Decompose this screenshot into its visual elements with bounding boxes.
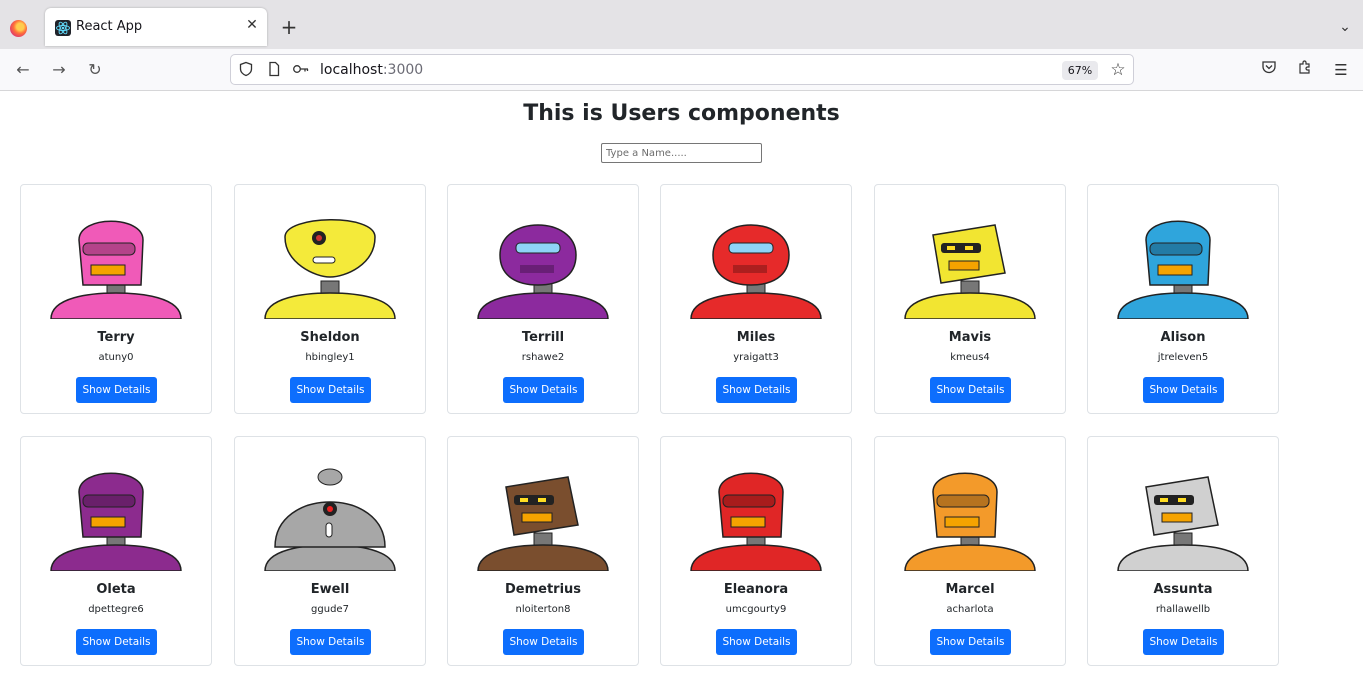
show-details-button[interactable]: Show Details (1143, 629, 1224, 655)
robot-avatar (875, 437, 1065, 571)
user-username: rhallawellb (1155, 604, 1211, 615)
user-username: yraigatt3 (733, 352, 779, 363)
page-icon[interactable] (265, 61, 283, 79)
forward-icon[interactable]: → (48, 59, 70, 81)
show-details-button[interactable]: Show Details (503, 629, 584, 655)
robot-avatar (21, 437, 211, 571)
user-username: jtreleven5 (1157, 352, 1209, 363)
show-details-button[interactable]: Show Details (930, 629, 1011, 655)
user-card: Eleanora umcgourty9 Show Details (660, 436, 852, 666)
robot-avatar (448, 437, 638, 571)
react-icon (55, 20, 71, 36)
user-name: Terrill (521, 330, 565, 345)
page-content: This is Users components Terry atuny0 Show… (0, 92, 1363, 684)
show-details-button[interactable]: Show Details (290, 629, 371, 655)
browser-tab[interactable]: React App ✕ (45, 8, 267, 46)
close-tab-icon[interactable]: ✕ (244, 17, 260, 33)
user-username: dpettegre6 (88, 604, 144, 615)
search-input[interactable] (601, 143, 762, 163)
robot-avatar (661, 185, 851, 319)
extensions-icon[interactable] (1294, 59, 1316, 81)
show-details-button[interactable]: Show Details (716, 377, 797, 403)
user-name: Mavis (948, 330, 992, 345)
user-username: hbingley1 (305, 352, 355, 363)
tab-bar: React App ✕ + ⌄ (0, 0, 1363, 49)
user-card: Assunta rhallawellb Show Details (1087, 436, 1279, 666)
show-details-button[interactable]: Show Details (716, 629, 797, 655)
show-details-button[interactable]: Show Details (76, 377, 157, 403)
url-port: :3000 (382, 62, 424, 78)
url-host: localhost (320, 62, 383, 78)
user-name: Demetrius (504, 582, 582, 597)
user-name: Miles (736, 330, 776, 345)
robot-avatar (235, 185, 425, 319)
url-text[interactable]: localhost:3000 (320, 62, 423, 78)
show-details-button[interactable]: Show Details (76, 629, 157, 655)
user-card: Alison jtreleven5 Show Details (1087, 184, 1279, 414)
user-card: Mavis kmeus4 Show Details (874, 184, 1066, 414)
user-card: Oleta dpettegre6 Show Details (20, 436, 212, 666)
tab-title: React App (76, 19, 143, 34)
user-name: Sheldon (300, 330, 360, 345)
user-card: Terrill rshawe2 Show Details (447, 184, 639, 414)
user-name: Alison (1160, 330, 1206, 345)
user-card: Demetrius nloiterton8 Show Details (447, 436, 639, 666)
show-details-button[interactable]: Show Details (290, 377, 371, 403)
chevron-down-icon[interactable]: ⌄ (1334, 16, 1356, 38)
navigation-bar: ← → ↻ localhost:3000 67% ☆ ☰ (0, 49, 1363, 91)
user-username: ggude7 (311, 604, 349, 615)
new-tab-icon[interactable]: + (278, 16, 300, 38)
robot-avatar (661, 437, 851, 571)
bookmark-star-icon[interactable]: ☆ (1108, 60, 1128, 80)
robot-avatar (235, 437, 425, 571)
user-card: Miles yraigatt3 Show Details (660, 184, 852, 414)
user-name: Eleanora (723, 582, 789, 597)
back-icon[interactable]: ← (12, 59, 34, 81)
robot-avatar (21, 185, 211, 319)
page-title: This is Users components (523, 101, 840, 126)
robot-avatar (448, 185, 638, 319)
robot-avatar (1088, 185, 1278, 319)
robot-avatar (1088, 437, 1278, 571)
user-card: Ewell ggude7 Show Details (234, 436, 426, 666)
user-username: nloiterton8 (515, 604, 571, 615)
user-username: umcgourty9 (725, 604, 787, 615)
user-name: Oleta (96, 582, 136, 597)
key-icon[interactable] (292, 61, 310, 79)
menu-icon[interactable]: ☰ (1330, 59, 1352, 81)
user-name: Marcel (945, 582, 995, 597)
user-username: atuny0 (98, 352, 134, 363)
user-username: rshawe2 (521, 352, 565, 363)
user-name: Ewell (310, 582, 350, 597)
show-details-button[interactable]: Show Details (930, 377, 1011, 403)
zoom-level[interactable]: 67% (1062, 61, 1098, 80)
url-bar[interactable]: localhost:3000 67% ☆ (230, 54, 1134, 85)
show-details-button[interactable]: Show Details (1143, 377, 1224, 403)
shield-icon[interactable] (237, 61, 255, 79)
user-card: Sheldon hbingley1 Show Details (234, 184, 426, 414)
pocket-icon[interactable] (1258, 59, 1280, 81)
robot-avatar (875, 185, 1065, 319)
show-details-button[interactable]: Show Details (503, 377, 584, 403)
user-username: kmeus4 (950, 352, 990, 363)
reload-icon[interactable]: ↻ (84, 59, 106, 81)
user-username: acharlota (946, 604, 994, 615)
firefox-icon[interactable] (10, 20, 27, 37)
user-card: Terry atuny0 Show Details (20, 184, 212, 414)
user-name: Assunta (1153, 582, 1213, 597)
user-card: Marcel acharlota Show Details (874, 436, 1066, 666)
user-name: Terry (97, 330, 135, 345)
